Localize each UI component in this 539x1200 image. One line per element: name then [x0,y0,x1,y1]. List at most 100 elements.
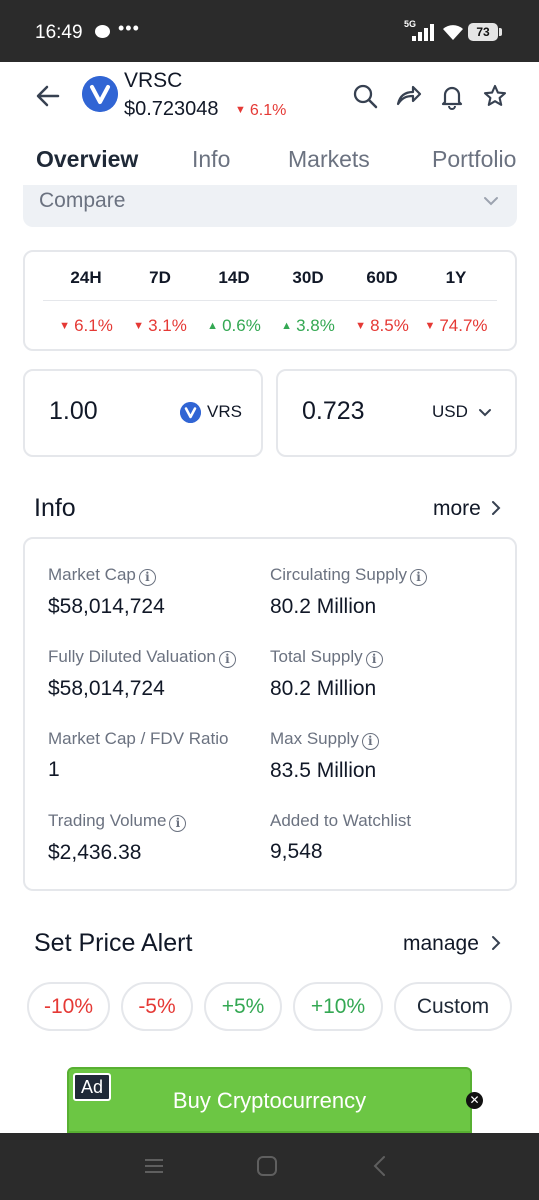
back-arrow-icon[interactable] [34,82,62,110]
chevron-down-icon[interactable] [478,408,492,418]
stat-max-supply: Max Supply i 83.5 Million [270,729,379,783]
info-section-title: Info [34,494,76,522]
stat-total-supply: Total Supply i 80.2 Million [270,647,383,701]
vrsc-mini-logo-icon [180,402,201,423]
up-triangle-icon: ▲ [281,320,293,332]
alert-minus-10-button[interactable]: -10% [27,982,110,1031]
change-value: 8.5% [370,316,409,335]
status-time: 16:49 [35,22,83,43]
stat-label: Circulating Supply [270,565,408,584]
change-24h: ▼ 6.1% [46,316,126,336]
period-24h: 24H [70,268,102,287]
manage-link[interactable]: manage [403,932,479,956]
change-14d: ▲ 0.6% [194,316,274,336]
compare-dropdown[interactable]: Compare [23,185,517,227]
down-triangle-icon: ▼ [235,104,246,116]
up-triangle-icon: ▲ [207,320,219,332]
down-triangle-icon: ▼ [424,320,436,332]
change-30d: ▲ 3.8% [268,316,348,336]
stat-label: Fully Diluted Valuation [48,647,216,666]
tab-bar: Overview Info Markets Portfolio [0,140,539,184]
info-icon[interactable]: i [365,651,383,668]
system-nav-bar [0,1133,539,1200]
home-icon[interactable] [256,1155,278,1177]
more-notifications-icon: ••• [118,18,140,38]
info-icon[interactable]: i [169,815,187,832]
share-icon[interactable] [394,82,422,110]
more-link[interactable]: more [433,497,481,521]
crypto-amount: 1.00 [49,397,98,425]
change-7d: ▼ 3.1% [120,316,200,336]
stat-mcap-fdv-ratio: Market Cap / FDV Ratio 1 [48,729,228,782]
bell-icon[interactable] [438,82,466,110]
down-triangle-icon: ▼ [355,320,367,332]
search-icon[interactable] [351,82,379,110]
battery-indicator: 73 [468,23,502,41]
alert-minus-5-button[interactable]: -5% [121,982,193,1031]
change-value: 3.8% [296,316,335,335]
stat-label: Market Cap / FDV Ratio [48,729,229,748]
alert-plus-5-button[interactable]: +5% [204,982,282,1031]
tab-overview[interactable]: Overview [36,146,138,173]
status-bar: 16:49 ••• 5G 73 [0,0,539,62]
stat-value: $2,436.38 [48,841,142,864]
change-value: 3.1% [148,316,187,335]
info-icon[interactable]: i [361,733,379,750]
signal-icon [412,23,434,41]
divider [43,300,497,301]
chat-notification-icon [95,25,110,38]
fiat-amount-input[interactable]: 0.723 USD [276,369,517,457]
manage-label: manage [403,932,479,955]
coin-price: $0.723048 [124,98,219,120]
down-triangle-icon: ▼ [133,320,145,332]
chevron-down-icon [484,197,498,206]
stat-watchlist-count: Added to Watchlist 9,548 [270,811,411,864]
info-icon[interactable]: i [138,569,156,586]
period-30d: 30D [292,268,324,287]
down-triangle-icon: ▼ [59,320,71,332]
stat-fully-diluted-valuation: Fully Diluted Valuation i $58,014,724 [48,647,236,701]
close-icon[interactable]: ✕ [466,1092,483,1109]
period-60d: 60D [366,268,398,287]
stat-label: Market Cap [48,565,136,584]
tab-info[interactable]: Info [192,146,230,173]
fiat-amount: 0.723 [302,397,365,425]
stat-value: 80.2 Million [270,677,377,700]
stat-value: $58,014,724 [48,595,165,618]
change-value: 0.6% [222,316,261,335]
chevron-right-icon[interactable] [491,500,501,516]
price-change-value: 6.1% [249,102,287,119]
stat-label: Max Supply [270,729,359,748]
change-value: 6.1% [74,316,113,335]
change-1y: ▼ 74.7% [416,316,496,336]
price-change: ▼ 6.1% [235,102,286,120]
info-icon[interactable]: i [410,569,428,586]
ad-text: Buy Cryptocurrency [172,1088,367,1113]
back-nav-icon[interactable] [372,1155,388,1177]
tab-portfolio[interactable]: Portfolio [432,146,516,173]
stat-value: 80.2 Million [270,595,377,618]
stat-market-cap: Market Cap i $58,014,724 [48,565,165,619]
period-1y: 1Y [445,268,467,287]
change-value: 74.7% [439,316,488,335]
ad-banner[interactable]: Ad Buy Cryptocurrency [67,1067,472,1133]
tab-markets[interactable]: Markets [288,146,370,173]
star-icon[interactable] [481,82,509,110]
stat-value: 1 [48,758,60,781]
alert-custom-button[interactable]: Custom [394,982,512,1031]
info-card: Market Cap i $58,014,724 Circulating Supp… [23,537,517,891]
chevron-right-icon[interactable] [491,935,501,951]
wifi-icon [443,25,463,40]
compare-label: Compare [39,189,126,212]
crypto-amount-input[interactable]: 1.00 VRS [23,369,263,457]
alert-plus-10-button[interactable]: +10% [293,982,383,1031]
fiat-currency-select[interactable]: USD [432,402,468,422]
recents-icon[interactable] [143,1155,165,1177]
stat-label: Added to Watchlist [270,811,412,830]
info-icon[interactable]: i [218,651,236,668]
price-alert-title: Set Price Alert [34,929,193,957]
stat-value: 83.5 Million [270,759,377,782]
coin-symbol: VRSC [124,69,183,92]
coin-header: VRSC $0.723048 ▼ 6.1% [0,62,539,132]
stat-value: $58,014,724 [48,677,165,700]
